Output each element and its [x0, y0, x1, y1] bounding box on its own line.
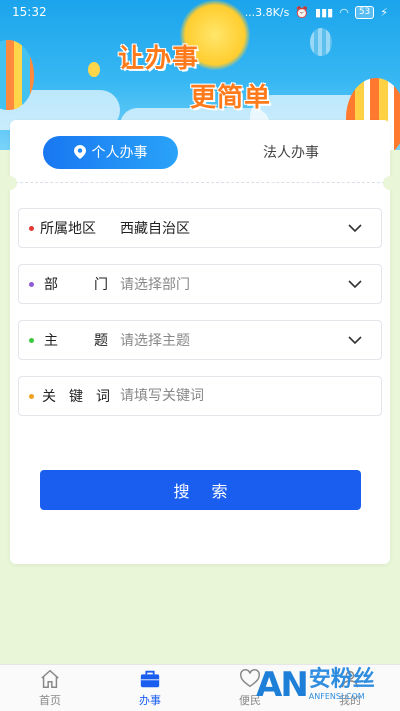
home-icon: [41, 669, 59, 688]
tab-personal-label: 个人办事: [91, 145, 148, 161]
nav-home[interactable]: 首页: [0, 665, 100, 711]
required-dot: [29, 337, 34, 343]
chevron-down-icon: [348, 336, 362, 345]
search-card: 个人办事 法人办事 所属地区 西藏自治区 部门 请选择部门 主题 请选择主题 关…: [3, 120, 397, 564]
status-time: 15:32: [12, 5, 47, 19]
department-select[interactable]: 部门 请选择部门: [18, 264, 382, 304]
charging-icon: ⚡: [380, 5, 388, 19]
watermark-logo: AN: [256, 665, 309, 705]
site-watermark: AN 安粉丝 ANFENSI.COM: [256, 662, 396, 708]
nav-affairs-label: 办事: [139, 694, 161, 707]
keyword-label: 关键词: [42, 389, 110, 405]
required-dot: [29, 393, 34, 399]
tab-legal-entity-label: 法人办事: [263, 145, 319, 161]
topic-select[interactable]: 主题 请选择主题: [18, 320, 382, 360]
balloon-decoration: [310, 28, 332, 56]
keyword-row: 关键词: [18, 376, 382, 416]
chevron-down-icon: [348, 224, 362, 233]
status-icons: ...3.8K/s ⏰ ▮▮▮ ◠ 53 ⚡: [244, 5, 388, 19]
net-speed: ...3.8K/s: [244, 5, 290, 19]
balloon-decoration: [88, 62, 100, 77]
topic-label: 主题: [44, 333, 108, 349]
topic-placeholder: 请选择主题: [120, 333, 190, 349]
divider: [10, 182, 390, 183]
card-notch-right: [383, 176, 397, 190]
tab-bar: 个人办事 法人办事: [10, 120, 390, 184]
watermark-name: 安粉丝: [308, 667, 375, 692]
location-pin-icon: [73, 145, 86, 159]
region-value: 西藏自治区: [120, 221, 190, 237]
watermark-text: 安粉丝 ANFENSI.COM: [309, 669, 375, 701]
required-dot: [29, 225, 34, 231]
tab-legal-entity[interactable]: 法人办事: [226, 136, 356, 169]
department-placeholder: 请选择部门: [120, 277, 190, 293]
required-dot: [29, 281, 34, 287]
nav-affairs[interactable]: 办事: [100, 665, 200, 711]
search-button[interactable]: 搜索: [40, 470, 361, 510]
status-bar: 15:32 ...3.8K/s ⏰ ▮▮▮ ◠ 53 ⚡: [0, 0, 400, 24]
slogan-line-2: 更简单: [190, 83, 272, 113]
card-notch-left: [3, 176, 17, 190]
region-select[interactable]: 所属地区 西藏自治区: [18, 208, 382, 248]
alarm-icon: ⏰: [295, 5, 310, 19]
keyword-input[interactable]: [120, 388, 381, 404]
slogan-line-1: 让办事: [118, 44, 200, 74]
wifi-icon: ◠: [339, 5, 349, 19]
briefcase-icon: [140, 670, 160, 688]
chevron-down-icon: [348, 280, 362, 289]
slogan: 让办事 更简单: [118, 38, 298, 114]
tab-personal[interactable]: 个人办事: [43, 135, 178, 169]
department-label: 部门: [44, 277, 108, 293]
watermark-url: ANFENSI.COM: [308, 692, 365, 701]
region-label: 所属地区: [40, 221, 96, 237]
signal-icon: ▮▮▮: [315, 5, 334, 19]
battery-icon: 53: [354, 5, 375, 19]
nav-home-label: 首页: [39, 694, 61, 707]
